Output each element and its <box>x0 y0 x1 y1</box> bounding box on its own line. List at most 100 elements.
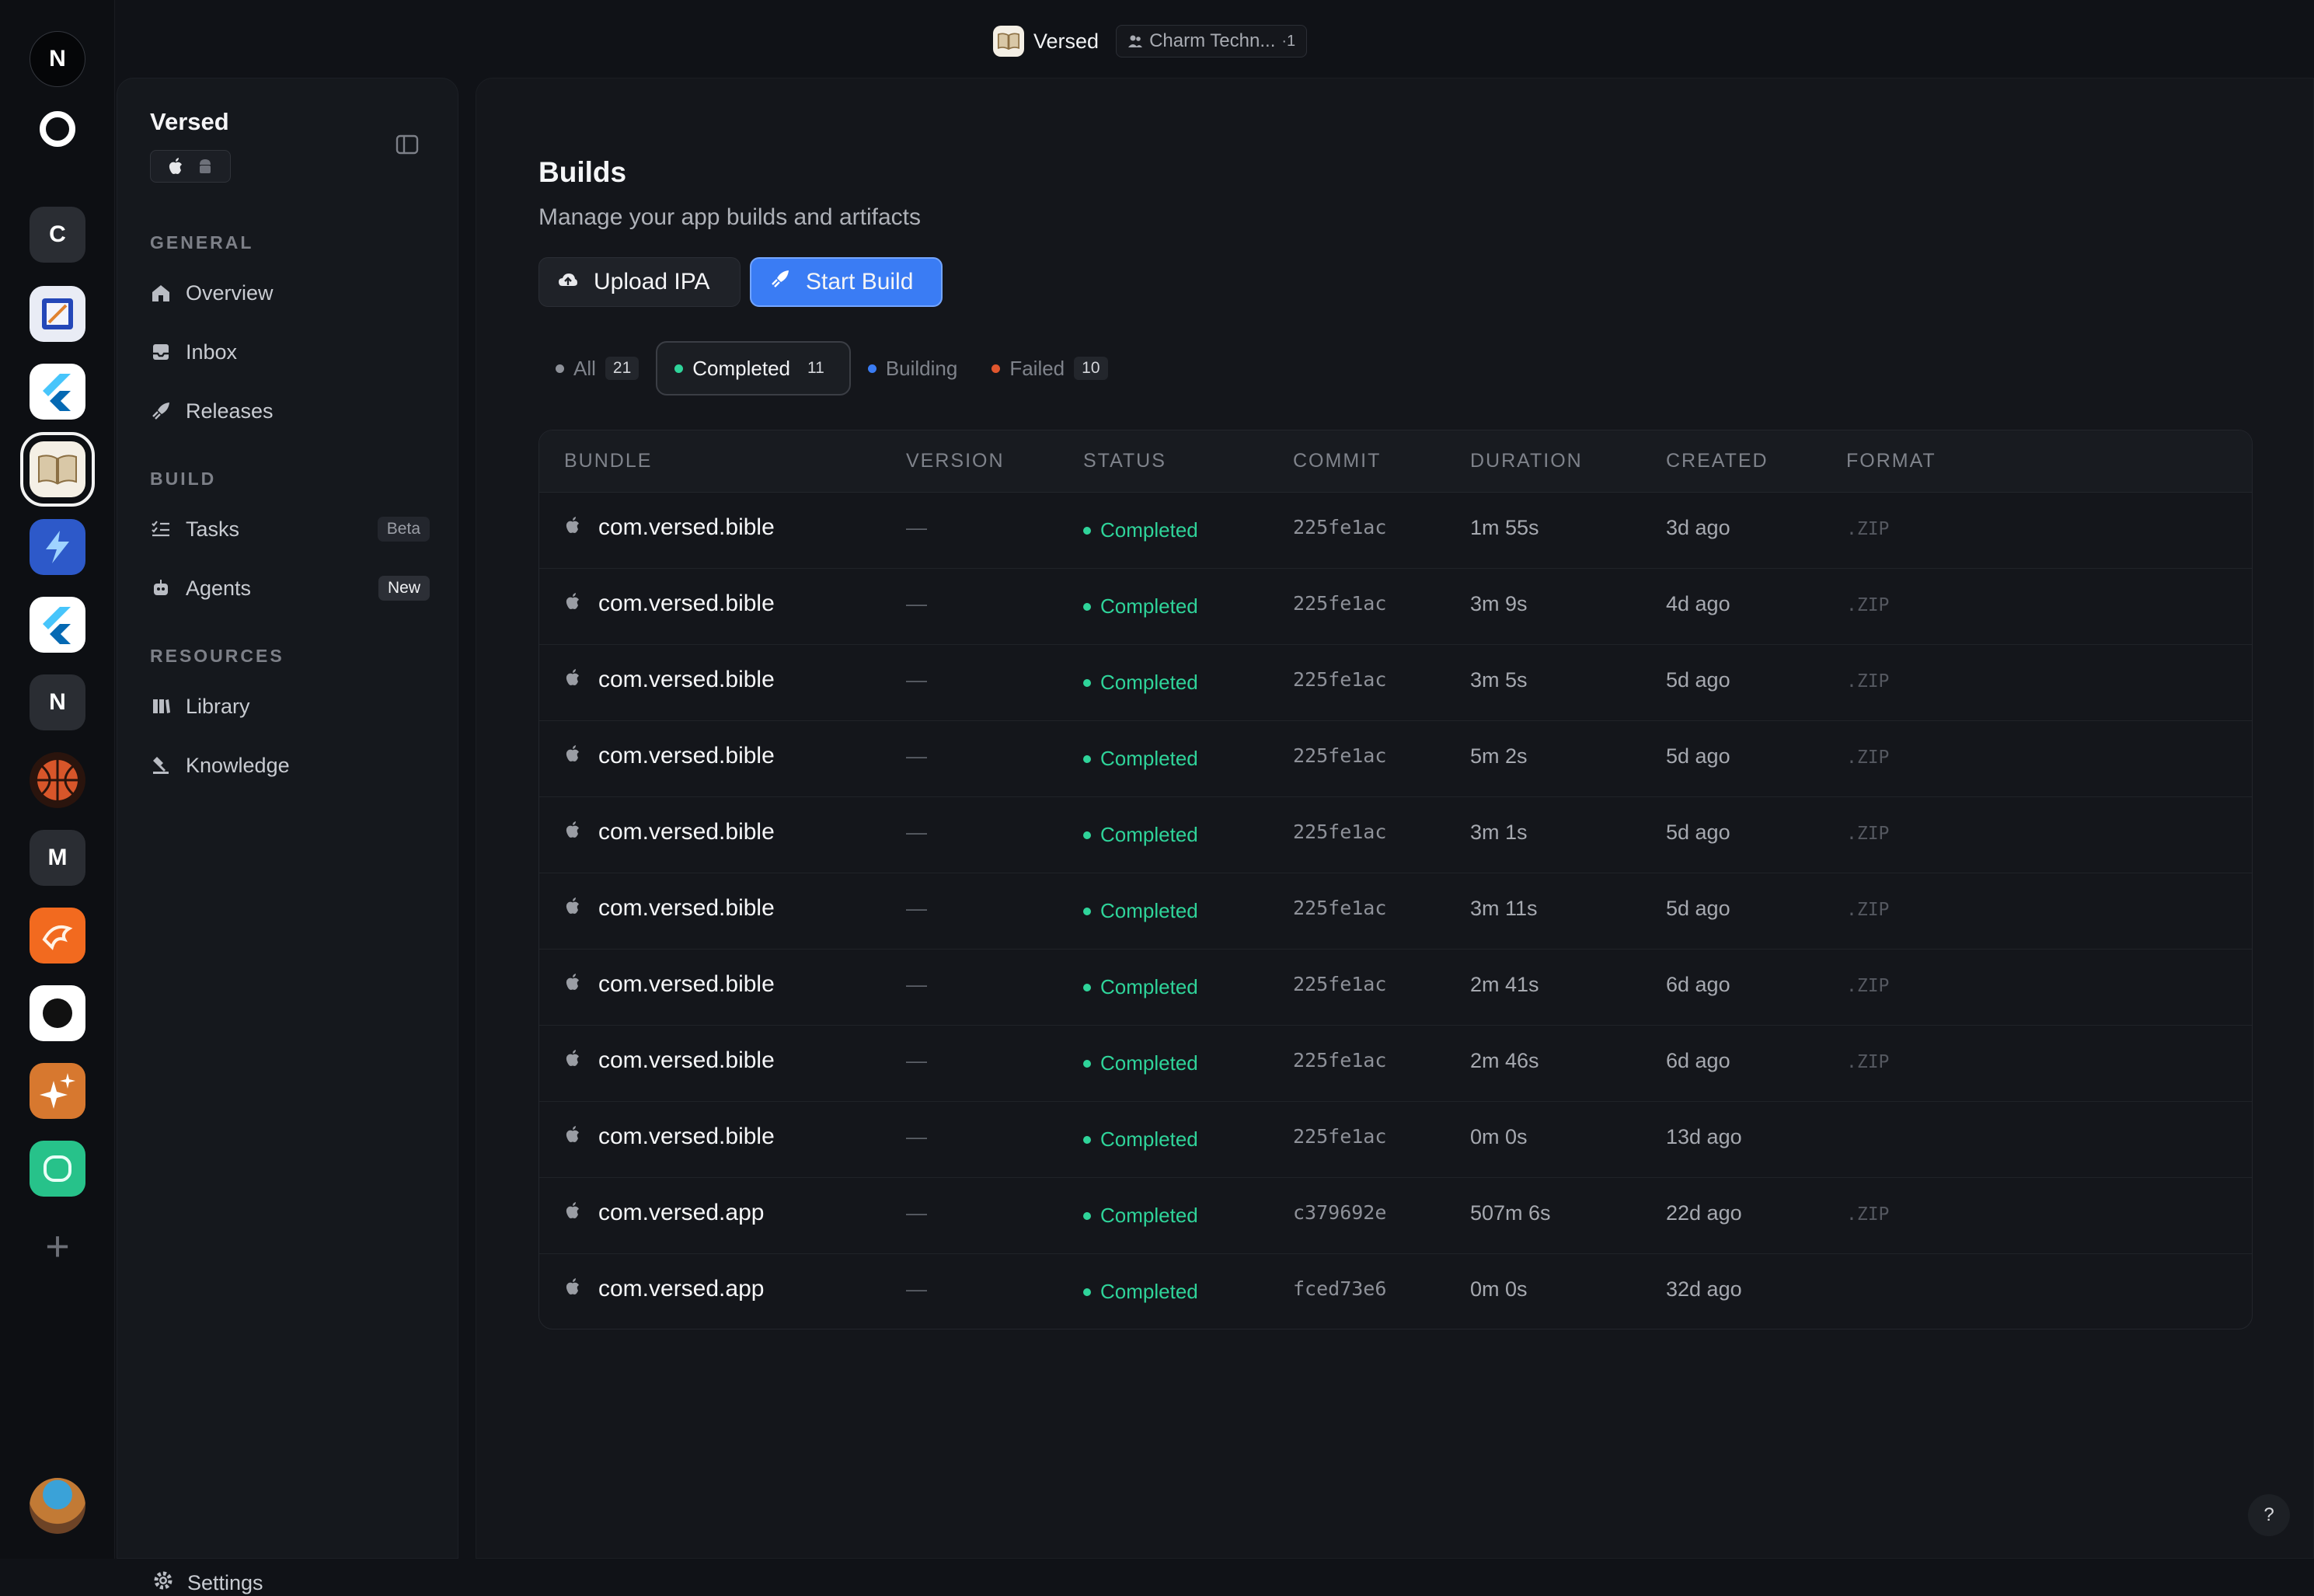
app-dragon-icon[interactable] <box>30 908 85 964</box>
commit-hash[interactable]: 225fe1ac <box>1293 1049 1386 1072</box>
app-green-icon[interactable] <box>30 1141 85 1197</box>
format-cell[interactable]: .ZIP <box>1846 1052 1889 1072</box>
table-row[interactable]: com.versed.bible — Completed 225fe1ac 2m 46s… <box>539 1026 2252 1102</box>
duration-cell: 3m 11s <box>1470 897 1538 920</box>
created-cell: 5d ago <box>1666 744 1730 768</box>
app-bolt-icon[interactable] <box>30 519 85 575</box>
table-row[interactable]: com.versed.bible — Completed 225fe1ac 5m 2s 5… <box>539 721 2252 797</box>
sidebar-item-settings[interactable]: Settings <box>153 1570 263 1596</box>
bundle-cell: com.versed.bible <box>564 971 775 998</box>
flutter-icon[interactable] <box>30 364 85 420</box>
format-cell[interactable]: .ZIP <box>1846 519 1889 539</box>
commit-hash[interactable]: fced73e6 <box>1293 1277 1386 1300</box>
basketball-icon[interactable] <box>30 752 85 808</box>
filter-all[interactable]: All 21 <box>538 341 656 396</box>
sidebar-title: Versed <box>150 108 229 135</box>
workspace-c-icon[interactable]: C <box>30 207 85 263</box>
table-row[interactable]: com.versed.bible — Completed 225fe1ac 0m 0s 1… <box>539 1102 2252 1178</box>
table-row[interactable]: com.versed.bible — Completed 225fe1ac 3m 9s 4… <box>539 569 2252 645</box>
versed-book-icon[interactable] <box>20 432 95 507</box>
filter-count: 11 <box>807 359 824 377</box>
workspace-n-icon[interactable]: N <box>30 674 85 730</box>
table-row[interactable]: com.versed.bible — Completed 225fe1ac 3m 11s… <box>539 873 2252 950</box>
user-avatar[interactable] <box>30 1478 85 1534</box>
sidebar-item-label: Agents <box>186 576 252 600</box>
platform-chip <box>150 150 231 183</box>
add-workspace-button[interactable]: + <box>30 1218 85 1274</box>
rocket-icon <box>770 269 790 295</box>
column-bundle[interactable]: BUNDLE <box>564 450 652 472</box>
workspace-m-icon[interactable]: M <box>30 830 85 886</box>
commit-hash[interactable]: 225fe1ac <box>1293 973 1386 995</box>
ring-logo-icon[interactable] <box>30 101 85 157</box>
format-cell[interactable]: .ZIP <box>1846 900 1889 920</box>
column-version[interactable]: VERSION <box>906 450 1005 472</box>
commit-hash[interactable]: 225fe1ac <box>1293 516 1386 538</box>
column-commit[interactable]: COMMIT <box>1293 450 1381 472</box>
commit-hash[interactable]: 225fe1ac <box>1293 897 1386 919</box>
table-row[interactable]: com.versed.bible — Completed 225fe1ac 3m 1s 5… <box>539 797 2252 873</box>
format-cell[interactable]: .ZIP <box>1846 671 1889 692</box>
column-status[interactable]: STATUS <box>1083 450 1166 472</box>
start-build-button[interactable]: Start Build <box>750 257 943 307</box>
commit-hash[interactable]: 225fe1ac <box>1293 592 1386 615</box>
commit-hash[interactable]: c379692e <box>1293 1201 1386 1224</box>
sidebar-item-library[interactable]: Library <box>150 685 430 728</box>
filter-building[interactable]: Building <box>851 341 975 396</box>
status-label: Completed <box>1100 823 1198 846</box>
flutter-icon[interactable] <box>30 597 85 653</box>
checklist-icon <box>150 518 172 540</box>
sidebar-item-agents[interactable]: Agents New <box>150 566 430 610</box>
status-badge: Completed <box>1083 518 1198 542</box>
commit-hash[interactable]: 225fe1ac <box>1293 821 1386 843</box>
version-cell: — <box>906 592 927 615</box>
help-button[interactable]: ? <box>2248 1494 2290 1536</box>
created-cell: 22d ago <box>1666 1201 1742 1225</box>
team-switcher[interactable]: Charm Techn... ·1 <box>1116 25 1308 57</box>
section-resources: RESOURCES <box>150 646 284 666</box>
status-label: Completed <box>1100 671 1198 694</box>
sidebar-item-tasks[interactable]: Tasks Beta <box>150 507 430 551</box>
filter-count: 10 <box>1074 357 1108 380</box>
status-dot <box>1083 1135 1091 1144</box>
commit-hash[interactable]: 225fe1ac <box>1293 744 1386 767</box>
table-row[interactable]: com.versed.bible — Completed 225fe1ac 2m 41s… <box>539 950 2252 1026</box>
commit-hash[interactable]: 225fe1ac <box>1293 1125 1386 1148</box>
sidebar-item-overview[interactable]: Overview <box>150 271 430 315</box>
format-cell[interactable]: .ZIP <box>1846 595 1889 615</box>
commit-hash[interactable]: 225fe1ac <box>1293 668 1386 691</box>
filter-label: All <box>573 356 596 380</box>
sidebar-item-knowledge[interactable]: Knowledge <box>150 744 430 787</box>
table-row[interactable]: com.versed.app — Completed fced73e6 0m 0s 32d… <box>539 1254 2252 1329</box>
status-badge: Completed <box>1083 1280 1198 1304</box>
column-duration[interactable]: DURATION <box>1470 450 1583 472</box>
filter-label: Completed <box>692 356 790 380</box>
column-format[interactable]: FORMAT <box>1846 450 1936 472</box>
table-row[interactable]: com.versed.app — Completed c379692e 507m 6s 2… <box>539 1178 2252 1254</box>
column-created[interactable]: CREATED <box>1666 450 1769 472</box>
apple-icon <box>564 591 581 617</box>
app-drawing-icon[interactable] <box>30 286 85 342</box>
sparkle-icon[interactable] <box>30 1063 85 1119</box>
format-cell[interactable]: .ZIP <box>1846 976 1889 996</box>
sidebar-item-label: Overview <box>186 281 274 305</box>
project-switcher[interactable]: Versed Charm Techn... ·1 <box>993 23 1308 59</box>
filter-failed[interactable]: Failed 10 <box>974 341 1124 396</box>
created-cell: 6d ago <box>1666 1049 1730 1072</box>
app-circle-icon[interactable] <box>30 985 85 1041</box>
table-row[interactable]: com.versed.bible — Completed 225fe1ac 1m 55s… <box>539 493 2252 569</box>
filter-completed[interactable]: Completed 11 <box>656 341 851 396</box>
format-cell[interactable]: .ZIP <box>1846 824 1889 844</box>
bundle-id: com.versed.bible <box>598 819 775 845</box>
start-build-label: Start Build <box>806 269 914 294</box>
sidebar-item-releases[interactable]: Releases <box>150 389 430 433</box>
sidebar-toggle-icon[interactable] <box>396 134 419 155</box>
table-row[interactable]: com.versed.bible — Completed 225fe1ac 3m 5s 5… <box>539 645 2252 721</box>
sidebar-item-inbox[interactable]: Inbox <box>150 330 430 374</box>
apple-icon <box>564 1200 581 1226</box>
format-cell[interactable]: .ZIP <box>1846 1204 1889 1225</box>
upload-ipa-button[interactable]: Upload IPA <box>538 257 741 307</box>
duration-cell: 1m 55s <box>1470 516 1539 539</box>
format-cell[interactable]: .ZIP <box>1846 747 1889 768</box>
rocket-icon <box>150 400 172 422</box>
